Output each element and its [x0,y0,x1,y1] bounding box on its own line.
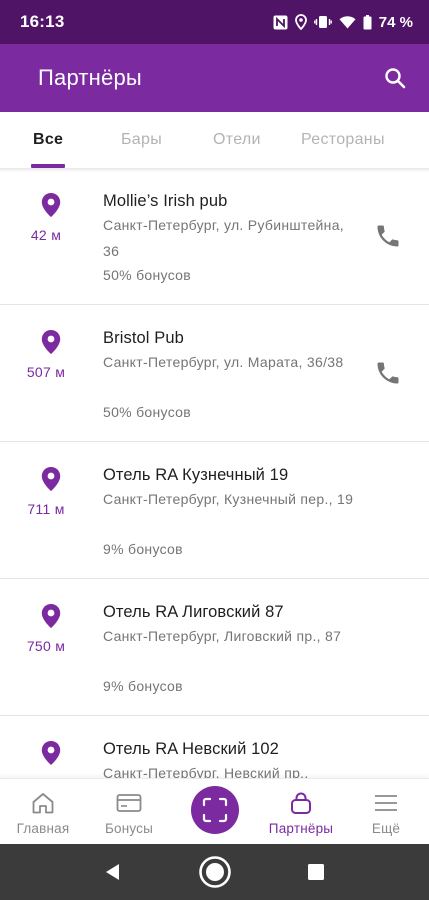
location-pin-icon [41,604,61,628]
status-icons: 74 % [273,14,413,31]
wifi-icon [339,15,356,29]
card-icon [115,789,143,817]
partner-name: Отель RA Невский 102 [103,740,279,758]
list-item[interactable]: 750 м Отель RA Лиговский 87 Санкт-Петерб… [0,579,429,716]
nav-partners[interactable]: Партнёры [262,779,340,845]
nav-label: Главная [16,821,70,836]
nav-label: Партнёры [268,821,334,836]
distance-label: 507 м [26,364,66,380]
partner-bonus: 9% бонусов [103,541,183,557]
tab-all[interactable]: Все [33,112,63,168]
category-tabs: Все Бары Отели Рестораны [0,112,429,168]
recents-button[interactable] [304,844,328,900]
home-circle-icon [199,856,231,888]
tab-bars[interactable]: Бары [121,112,162,168]
search-icon [385,68,406,89]
partner-bonus: 50% бонусов [103,404,191,420]
location-pin-icon [41,467,61,491]
partner-name: Отель RA Кузнечный 19 [103,466,289,484]
partner-address: Санкт-Петербург, ул. Марата, 36/38 [103,354,344,370]
partner-address: Санкт-Петербург, Кузнечный пер., 19 [103,491,354,507]
partner-name: Mollie’s Irish pub [103,192,228,210]
page-title: Партнёры [38,65,142,90]
location-pin-icon [41,193,61,217]
location-pin-icon [41,330,61,354]
app-bar: Партнёры [0,44,429,112]
location-pin-icon [41,741,61,765]
list-item[interactable]: Отель RA Невский 102 Санкт-Петербург, Не… [0,716,429,778]
back-icon [106,864,119,880]
scan-button[interactable] [191,786,239,834]
nfc-icon [273,15,288,30]
partner-list: 42 м Mollie’s Irish pub Санкт-Петербург,… [0,168,429,778]
list-item[interactable]: 711 м Отель RA Кузнечный 19 Санкт-Петерб… [0,442,429,579]
home-icon [30,789,56,817]
bag-icon [288,789,314,817]
distance-label: 750 м [26,638,66,654]
distance-label: 42 м [30,227,62,243]
scan-icon [202,797,228,823]
partner-bonus: 50% бонусов [103,267,191,283]
status-time: 16:13 [20,12,65,31]
nav-bonuses[interactable]: Бонусы [94,779,164,845]
status-bar: 16:13 74 % [0,0,429,44]
list-item[interactable]: 507 м Bristol Pub Санкт-Петербург, ул. М… [0,305,429,442]
nav-more[interactable]: Ещё [351,779,421,845]
partner-address: Санкт-Петербург, Лиговский пр., 87 [103,628,342,644]
home-system-button[interactable] [197,844,233,900]
nav-label: Бонусы [104,821,154,836]
tab-hotels[interactable]: Отели [213,112,261,168]
partner-name: Отель RA Лиговский 87 [103,603,284,621]
nav-label: Ещё [371,821,401,836]
back-button[interactable] [96,844,128,900]
search-button[interactable] [379,62,411,94]
nav-home[interactable]: Главная [8,779,78,845]
partner-name: Bristol Pub [103,329,184,347]
menu-icon [373,789,399,817]
list-item[interactable]: 42 м Mollie’s Irish pub Санкт-Петербург,… [0,168,429,305]
battery-icon [363,14,372,30]
phone-icon[interactable] [374,222,402,250]
partner-bonus: 9% бонусов [103,678,183,694]
distance-label: 711 м [27,501,65,517]
system-nav-bar [0,844,429,900]
location-icon [294,14,307,30]
battery-level: 74 % [378,13,413,31]
partner-address: Санкт-Петербург, Невский пр., [103,765,309,778]
phone-icon[interactable] [374,359,402,387]
tab-restaurants[interactable]: Рестораны [301,112,385,168]
partner-address: Санкт-Петербург, ул. Рубинштейна, 36 [103,217,344,259]
recents-icon [308,864,324,880]
vibrate-icon [313,15,332,29]
